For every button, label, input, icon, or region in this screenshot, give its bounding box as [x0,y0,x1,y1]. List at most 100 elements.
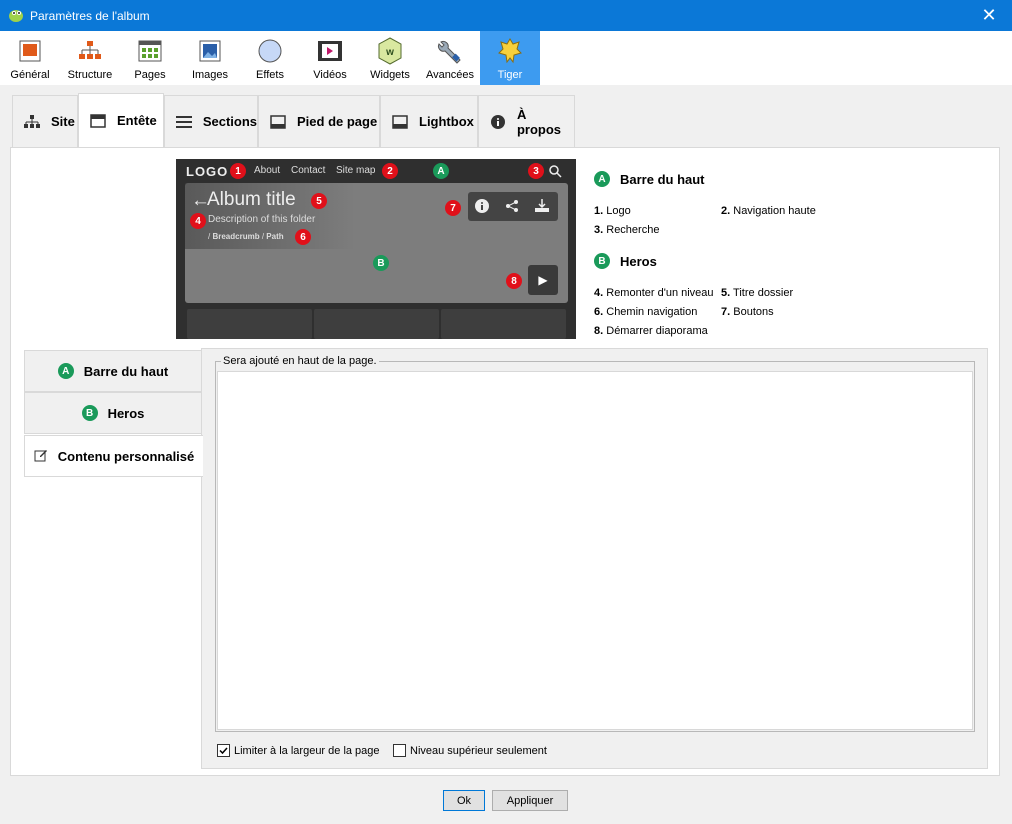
breadcrumb-sep: / [261,232,265,241]
breadcrumb-path: Path [266,232,284,241]
toolbar-label: Vidéos [313,69,347,81]
footer-icon [269,114,287,130]
sidebar-item-contenu-personnalise[interactable]: Contenu personnalisé [24,435,203,477]
tab-site[interactable]: Site [12,95,78,147]
toolbar-item-structure[interactable]: Structure [60,31,120,85]
checkbox-unchecked-icon [393,744,406,757]
preview-thumb [314,309,439,339]
preview-description: Description of this folder [208,214,316,225]
info-icon [489,114,507,130]
toolbar-label: Pages [134,69,166,81]
edit-icon [34,448,48,465]
marker-7: 7 [445,200,461,216]
toolbar-item-images[interactable]: Images [180,31,240,85]
custom-content-textarea[interactable] [217,371,973,730]
preview-thumb [187,309,312,339]
app-icon [9,10,23,22]
structure-icon [76,38,104,64]
toolbar-label: Tiger [497,69,523,81]
toolbar-item-tiger[interactable]: Tiger [480,31,540,85]
legend-item: 3. Recherche [594,224,660,236]
title-bar: Paramètres de l'album ✕ [0,0,1012,31]
marker-a: A [433,163,449,179]
tab-label: Sections [202,114,257,129]
preview-nav-link: About [254,165,281,176]
pages-icon [136,38,164,64]
tab-label: Pied de page [297,114,378,129]
sidebar-item-heros[interactable]: B Heros [24,392,202,434]
toolbar-item-pages[interactable]: Pages [120,31,180,85]
sidebar-item-label: Contenu personnalisé [57,448,195,464]
toolbar-item-advanced[interactable]: Avancées [420,31,480,85]
checkbox-checked-icon [217,744,230,757]
breadcrumb-label: Breadcrumb [212,232,260,241]
marker-6: 6 [295,229,311,245]
preview-share-icon [506,200,518,212]
checkbox-label: Limiter à la largeur de la page [234,744,380,757]
legend-title-top-bar: Barre du haut [620,172,705,187]
legend-item: 5. Titre dossier [721,287,794,299]
toolbar-item-general[interactable]: Général [0,31,60,85]
marker-b: B [373,255,389,271]
preview-breadcrumb: / Breadcrumb / Path [208,232,284,241]
header-preview: LOGO 1 About Contact Site map 2 A 3 ← Al… [176,159,576,339]
tab-label: À propos [516,106,562,137]
images-icon [196,38,224,64]
sidebar-item-label: Barre du haut [83,363,169,379]
apply-button[interactable]: Appliquer [492,790,568,811]
preview-buttons [468,192,558,221]
header-icon [89,113,107,129]
tiger-icon [496,38,524,64]
tab-label: Site [51,114,75,129]
legend-badge-a: A [594,171,610,187]
marker-8: 8 [506,273,522,289]
limit-width-checkbox[interactable]: Limiter à la largeur de la page [217,744,380,757]
toolbar-item-videos[interactable]: Vidéos [300,31,360,85]
toolbar-label: Widgets [370,69,410,81]
general-icon [16,38,44,64]
toolbar-label: Images [191,69,229,81]
top-level-checkbox[interactable]: Niveau supérieur seulement [393,744,547,757]
toolbar-label: Effets [256,69,284,81]
sidebar-item-barre-du-haut[interactable]: A Barre du haut [24,350,202,392]
legend-title-hero: Heros [620,254,657,269]
legend-item: 2. Navigation haute [721,205,816,217]
main-toolbar: Général Structure Pages Images Effets Vi… [0,31,1012,85]
preview-play-icon: ▶ [528,265,558,295]
toolbar-label: Général [10,69,50,81]
toolbar-label: Avancées [425,69,475,81]
badge-a: A [57,363,74,379]
toolbar-label: Structure [67,69,113,81]
preview-search-icon [549,165,562,178]
tab-a-propos[interactable]: À propos [478,95,575,147]
tab-sections[interactable]: Sections [164,95,258,147]
videos-icon [316,38,344,64]
close-icon[interactable]: ✕ [966,0,1012,31]
widgets-icon: w [376,37,404,65]
list-icon [175,114,193,130]
ok-button[interactable]: Ok [443,790,485,811]
legend-item: 6. Chemin navigation [594,306,698,318]
marker-1: 1 [230,163,246,179]
tab-pied-de-page[interactable]: Pied de page [258,95,380,147]
preview-info-icon [475,199,489,213]
preview-nav-link: Site map [336,165,376,176]
toolbar-item-widgets[interactable]: w Widgets [360,31,420,85]
group-label: Sera ajouté en haut de la page. [221,355,379,367]
marker-5: 5 [311,193,327,209]
preview-album-title: Album title [207,189,296,210]
checkbox-label: Niveau supérieur seulement [410,744,547,757]
tab-lightbox[interactable]: Lightbox [380,95,478,147]
badge-b: B [81,405,98,421]
toolbar-item-effects[interactable]: Effets [240,31,300,85]
breadcrumb-sep: / [208,232,211,241]
legend-item: 8. Démarrer diaporama [594,325,708,337]
legend-item: 7. Boutons [721,306,774,318]
tab-entete[interactable]: Entête [78,93,164,147]
lightbox-icon [391,114,409,130]
sidebar-item-label: Heros [107,405,145,421]
preview-top-bar: LOGO 1 About Contact Site map 2 A 3 [176,159,576,183]
marker-3: 3 [528,163,544,179]
legend-item: 1. Logo [594,205,631,217]
preview-logo: LOGO [186,164,229,179]
